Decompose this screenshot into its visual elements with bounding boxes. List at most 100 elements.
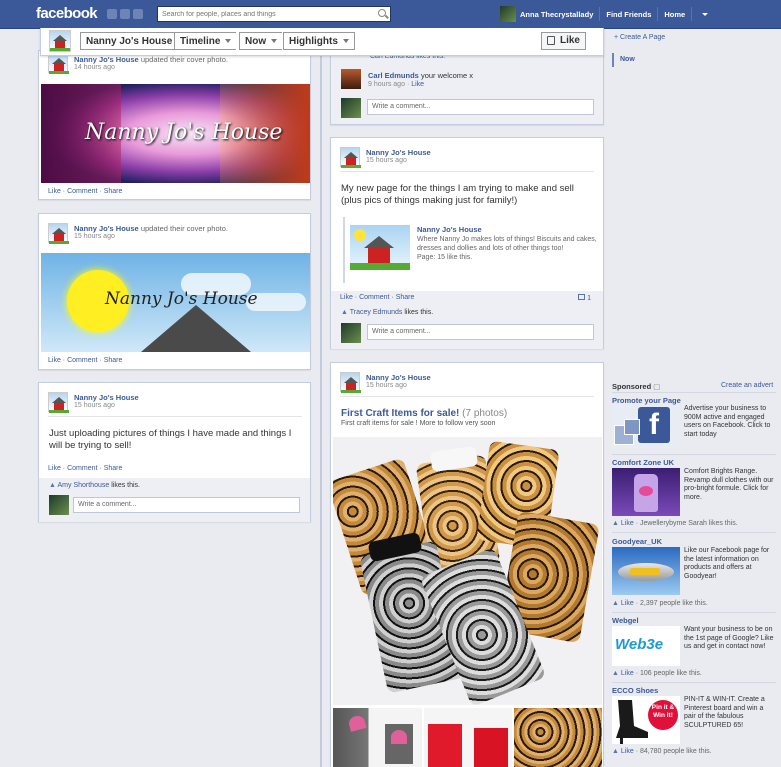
post-actions: Like · Comment · Share	[48, 357, 123, 364]
search-box	[157, 6, 391, 22]
post-text: My new page for the things I am trying t…	[341, 183, 574, 206]
page-thumbnail[interactable]	[48, 53, 69, 74]
comment-link[interactable]: Comment	[67, 188, 97, 195]
highlights-dropdown[interactable]: Highlights	[283, 32, 355, 50]
ad-text: Comfort Brights Range. Revamp dull cloth…	[684, 468, 774, 501]
create-page-link[interactable]: + Create A Page	[614, 34, 665, 41]
notifications-icon[interactable]	[133, 9, 143, 19]
like-thumb-icon: ▲	[49, 482, 56, 489]
comment-link[interactable]: Comment	[67, 465, 97, 472]
notification-jewels	[107, 9, 146, 21]
post-time[interactable]: 15 hours ago	[366, 157, 407, 164]
page-thumbnail[interactable]	[48, 223, 69, 244]
like-link[interactable]: Like	[48, 465, 61, 472]
comment-count[interactable]: 1	[578, 294, 591, 302]
comment: Carl Edmunds your welcome x	[368, 71, 474, 80]
shared-page-name[interactable]: Nanny Jo's House	[417, 225, 482, 234]
comment-input[interactable]: Write a comment...	[367, 99, 594, 115]
friend-requests-icon[interactable]	[107, 9, 117, 19]
facebook-logo[interactable]: facebook	[36, 5, 98, 22]
post-author[interactable]: Nanny Jo's House	[366, 148, 431, 157]
comment-input[interactable]: Write a comment...	[73, 497, 300, 513]
shared-page-image[interactable]	[350, 225, 410, 270]
comment-link[interactable]: Comment	[67, 357, 97, 364]
comment-author-link[interactable]: Carl Edmunds	[368, 71, 419, 80]
post-author[interactable]: Nanny Jo's House	[74, 393, 139, 402]
comment-link[interactable]: Comment	[359, 294, 389, 301]
search-input[interactable]	[158, 7, 370, 21]
album-thumb-3[interactable]	[514, 708, 602, 767]
comment-input[interactable]: Write a comment...	[367, 324, 594, 340]
post-author[interactable]: Nanny Jo's House updated their cover pho…	[74, 224, 228, 233]
cover-photo[interactable]: Nanny Jo's House	[41, 253, 310, 352]
create-advert-link[interactable]: Create an advert	[721, 382, 773, 389]
search-icon[interactable]	[378, 9, 386, 17]
cover-title: Nanny Jo's House	[85, 120, 283, 145]
post-author[interactable]: Nanny Jo's House updated their cover pho…	[74, 55, 228, 64]
ad-title[interactable]: Promote your Page	[612, 396, 681, 405]
post-time[interactable]: 15 hours ago	[74, 402, 115, 409]
ad-like-link[interactable]: Like	[621, 748, 634, 755]
comment-avatar[interactable]	[341, 69, 361, 89]
post-time[interactable]: 14 hours ago	[74, 64, 115, 71]
ad-title[interactable]: ECCO Shoes	[612, 686, 658, 695]
album-title[interactable]: First Craft Items for sale! (7 photos)	[341, 408, 507, 419]
share-link[interactable]: Share	[396, 294, 415, 301]
ad-logo: Web3e	[615, 636, 664, 653]
home-link[interactable]: Home	[664, 10, 685, 19]
user-name-link[interactable]: Anna Thecrystallady	[520, 10, 593, 19]
post-actions: Like · Comment · Share	[48, 465, 123, 472]
like-link[interactable]: Like	[48, 357, 61, 364]
ad-title[interactable]: Goodyear_UK	[612, 537, 662, 546]
page-thumbnail[interactable]	[49, 30, 71, 52]
page-thumbnail[interactable]	[340, 372, 361, 393]
user-avatar[interactable]	[500, 6, 516, 22]
cover-title: Nanny Jo's House	[105, 289, 258, 309]
timeline-dropdown[interactable]: Timeline	[174, 32, 237, 50]
find-friends-link[interactable]: Find Friends	[606, 10, 651, 19]
liker-link[interactable]: Tracey Edmunds	[350, 309, 403, 316]
liker-link[interactable]: Amy Shorthouse	[58, 482, 110, 489]
post-actions: Like · Comment · Share	[48, 188, 123, 195]
ad-like-link[interactable]: Like	[621, 520, 634, 527]
comment-like-link[interactable]: Like	[411, 81, 424, 88]
page-name-button[interactable]: Nanny Jo's House	[80, 32, 178, 50]
messages-icon[interactable]	[120, 9, 130, 19]
ad-like-link[interactable]: Like	[621, 670, 634, 677]
shared-page-attachment[interactable]: Nanny Jo's House Where Nanny Jo makes lo…	[343, 217, 597, 283]
ad-text: Want your business to be on the 1st page…	[684, 626, 774, 650]
ad-like-link[interactable]: Like	[621, 600, 634, 607]
like-page-button[interactable]: Like	[541, 32, 586, 50]
divider	[612, 612, 776, 613]
timeline-nav-now[interactable]: Now	[612, 53, 642, 67]
ad-image-ecco[interactable]: Pin it & Win it!	[612, 696, 680, 744]
album-thumb-1[interactable]	[333, 708, 422, 767]
ad-image-promote[interactable]: f	[612, 405, 680, 448]
share-link[interactable]: Share	[104, 357, 123, 364]
page-thumbnail[interactable]	[340, 147, 361, 168]
sponsored-info-icon[interactable]: ▢	[653, 382, 660, 391]
album-main-photo[interactable]	[333, 437, 602, 705]
ad-social-context: ▲ Like · 2,397 people like this.	[612, 600, 708, 607]
likes-sentence: ▲ Amy Shorthouse likes this.	[49, 482, 140, 489]
chevron-down-icon	[342, 39, 349, 44]
share-link[interactable]: Share	[104, 465, 123, 472]
ad-title[interactable]: Comfort Zone UK	[612, 458, 674, 467]
post-author[interactable]: Nanny Jo's House	[366, 373, 431, 382]
page-thumbnail[interactable]	[48, 392, 69, 413]
like-link[interactable]: Like	[48, 188, 61, 195]
ad-title[interactable]: Webgel	[612, 616, 639, 625]
commenter-avatar	[341, 323, 361, 343]
account-menu-chevron-icon[interactable]	[702, 12, 709, 16]
like-link[interactable]: Like	[340, 294, 353, 301]
ad-image-webgel[interactable]: Web3e	[612, 626, 680, 666]
ad-text: PIN-IT & WIN-IT. Create a Pinterest boar…	[684, 696, 765, 729]
ad-image-goodyear[interactable]	[612, 547, 680, 595]
cover-photo[interactable]: Nanny Jo's House	[41, 84, 310, 183]
post-time[interactable]: 15 hours ago	[74, 233, 115, 240]
post-time[interactable]: 15 hours ago	[366, 382, 407, 389]
ad-image-comfort[interactable]	[612, 468, 680, 516]
album-thumb-2[interactable]	[424, 708, 512, 767]
now-dropdown[interactable]: Now	[239, 32, 283, 50]
share-link[interactable]: Share	[104, 188, 123, 195]
